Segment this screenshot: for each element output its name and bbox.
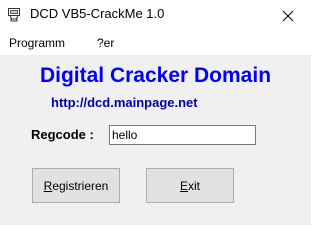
- menu-bar: Programm ?er: [0, 31, 311, 55]
- menu-help[interactable]: ?er: [97, 36, 114, 50]
- close-icon: [282, 10, 294, 21]
- register-accel: R: [43, 178, 53, 193]
- close-button[interactable]: [265, 0, 311, 31]
- regcode-label: Regcode :: [31, 127, 94, 142]
- register-button[interactable]: Registrieren: [32, 168, 120, 203]
- app-icon[interactable]: [6, 7, 22, 23]
- menu-programm[interactable]: Programm: [9, 36, 65, 50]
- client-area: Digital Cracker Domain http://dcd.mainpa…: [0, 55, 311, 225]
- register-label: egistrieren: [52, 178, 109, 193]
- exit-label: xit: [188, 178, 200, 193]
- exit-accel: E: [179, 178, 188, 193]
- window-title: DCD VB5-CrackMe 1.0: [30, 6, 165, 21]
- exit-button[interactable]: Exit: [146, 168, 234, 203]
- heading-title: Digital Cracker Domain: [39, 64, 272, 87]
- regcode-input[interactable]: [109, 125, 256, 145]
- title-bar: DCD VB5-CrackMe 1.0: [0, 0, 311, 31]
- url-label: http://dcd.mainpage.net: [51, 95, 198, 110]
